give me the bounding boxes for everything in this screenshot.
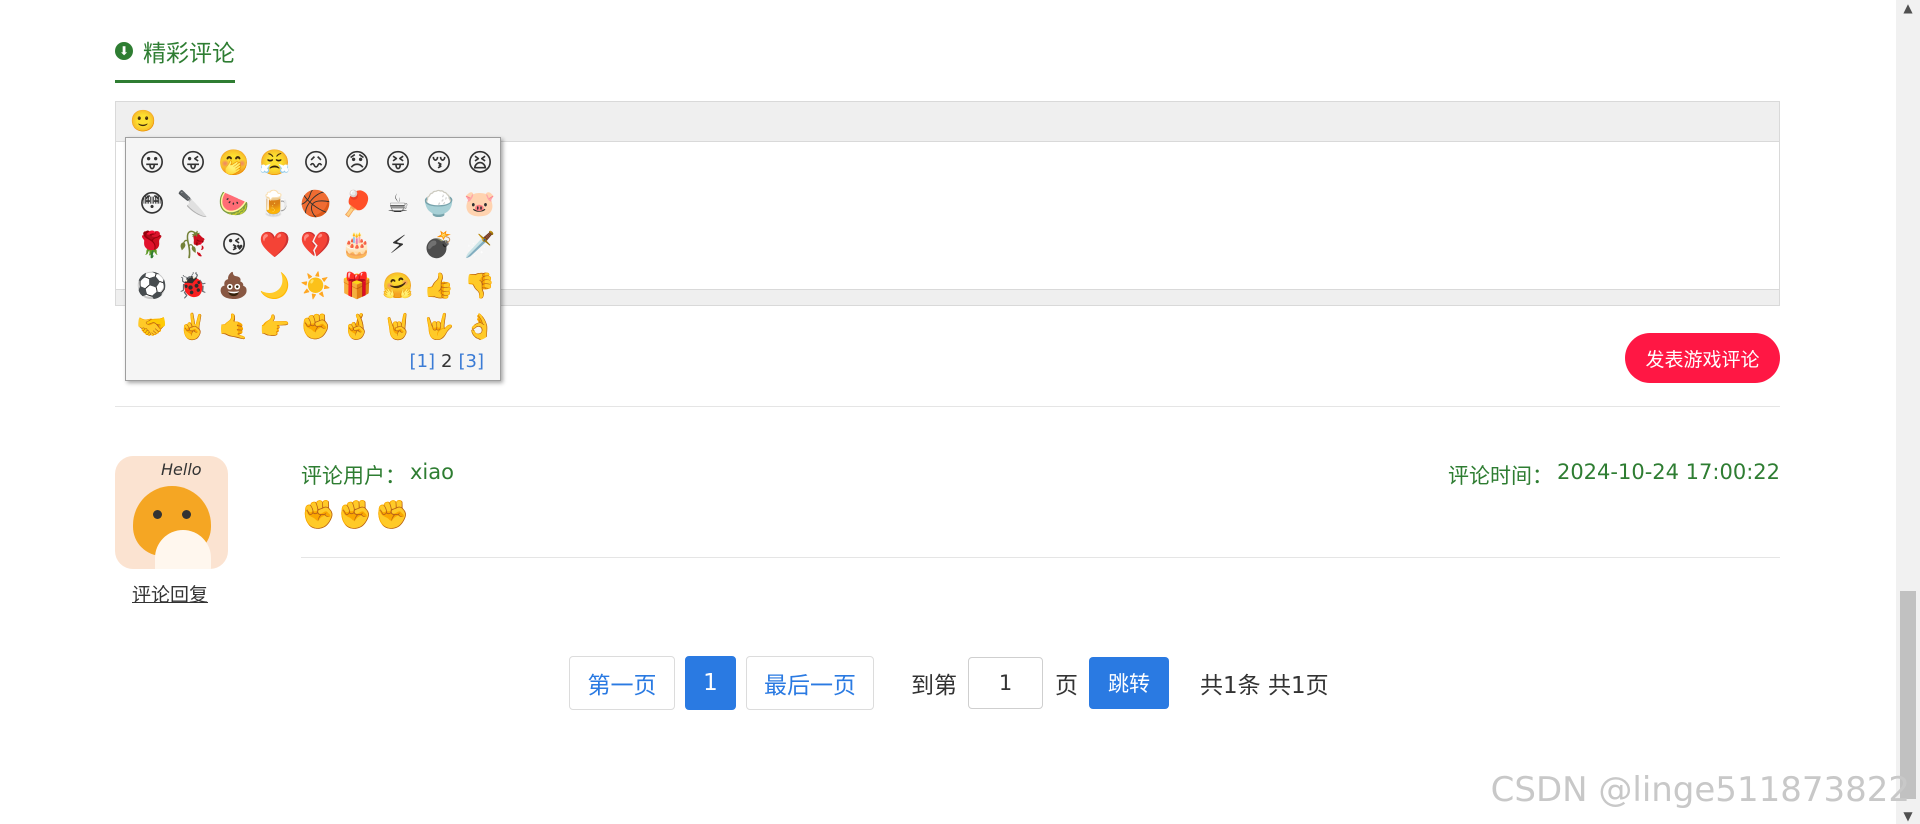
goto-label: 到第 — [911, 673, 957, 699]
section-title-text: 精彩评论 — [143, 41, 235, 67]
editor-toolbar: 🙂 — [116, 102, 1779, 142]
emoji-item[interactable]: 🐞 — [173, 265, 213, 305]
user-label: 评论用户： — [301, 464, 406, 488]
last-page-button[interactable]: 最后一页 — [746, 656, 874, 710]
user-name: xiao — [410, 460, 454, 484]
emoji-item[interactable]: 🍺 — [255, 183, 295, 223]
download-circle-icon: ⬇ — [115, 42, 133, 60]
emoji-item[interactable]: 🗡️ — [460, 224, 500, 264]
emoji-item[interactable]: 😳 — [132, 183, 172, 223]
emoji-item[interactable]: 🏀 — [296, 183, 336, 223]
comment-content: ✊✊✊ — [301, 498, 412, 531]
emoji-item[interactable]: 😛 — [132, 142, 172, 182]
emoji-item[interactable]: ✊ — [296, 306, 336, 346]
emoji-item[interactable]: ⚽ — [132, 265, 172, 305]
scrollbar-thumb[interactable] — [1900, 591, 1916, 799]
watermark: CSDN @linge511873822 — [1490, 770, 1910, 810]
emoji-item[interactable]: 🍉 — [214, 183, 254, 223]
current-page-button[interactable]: 1 — [685, 656, 736, 710]
comment-time: 评论时间： 2024-10-24 17:00:22 — [1448, 460, 1780, 490]
emoji-item[interactable]: 😤 — [255, 142, 295, 182]
emoji-item[interactable]: 🤘 — [378, 306, 418, 346]
emoji-item[interactable]: ❤️ — [255, 224, 295, 264]
scroll-down-arrow-icon[interactable]: ▼ — [1898, 808, 1918, 824]
emoji-pagination: [1] 2 [3] — [410, 351, 484, 372]
emoji-item[interactable]: 🤝 — [132, 306, 172, 346]
emoji-item[interactable]: 💣 — [419, 224, 459, 264]
time-label: 评论时间： — [1447, 464, 1553, 488]
divider — [115, 406, 1780, 407]
submit-comment-button[interactable]: 发表游戏评论 — [1625, 333, 1780, 383]
emoji-item[interactable]: 👎 — [460, 265, 500, 305]
emoji-item[interactable]: 🤟 — [419, 306, 459, 346]
avatar-hello-text: Hello — [161, 460, 202, 479]
emoji-grid: 😛 😜 🤭 😤 😖 😞 😝 😚 😫 😳 🔪 🍉 🍺 🏀 🏓 ☕ 🍚 🐷 🌹 🥀 😘 ❤️ 💔 🎂 ⚡ 💣 🗡️ ⚽ 🐞 💩 🌙 ☀️ 🎁 🤗 👍 👎 🤝… — [132, 142, 495, 346]
avatar: Hello — [115, 456, 228, 569]
emoji-item[interactable]: 👉 — [255, 306, 295, 346]
emoji-item[interactable]: ☕ — [378, 183, 418, 223]
total-count: 共1条 共1页 — [1200, 673, 1329, 699]
emoji-page-2: 2 — [441, 351, 453, 372]
emoji-item[interactable]: 😫 — [460, 142, 500, 182]
emoji-item[interactable]: 🔪 — [173, 183, 213, 223]
emoji-item[interactable]: 💔 — [296, 224, 336, 264]
first-page-button[interactable]: 第一页 — [569, 656, 675, 710]
scroll-up-arrow-icon[interactable]: ▲ — [1898, 0, 1918, 16]
emoji-item[interactable]: 🎂 — [337, 224, 377, 264]
emoji-page-3[interactable]: [3] — [459, 351, 485, 372]
emoji-item[interactable]: 😚 — [419, 142, 459, 182]
time-value: 2024-10-24 17:00:22 — [1556, 460, 1780, 484]
emoji-item[interactable]: 🤭 — [214, 142, 254, 182]
emoji-item[interactable]: 😞 — [337, 142, 377, 182]
emoji-item[interactable]: 😜 — [173, 142, 213, 182]
emoji-item[interactable]: 👍 — [419, 265, 459, 305]
emoji-item[interactable]: 🌹 — [132, 224, 172, 264]
emoji-button-icon[interactable]: 🙂 — [130, 111, 156, 132]
emoji-panel: 😛 😜 🤭 😤 😖 😞 😝 😚 😫 😳 🔪 🍉 🍺 🏀 🏓 ☕ 🍚 🐷 🌹 🥀 😘 ❤️ 💔 🎂 ⚡ 💣 🗡️ ⚽ 🐞 💩 🌙 ☀️ 🎁 🤗 👍 👎 🤝… — [125, 137, 501, 381]
emoji-item[interactable]: ☀️ — [296, 265, 336, 305]
emoji-item[interactable]: ✌️ — [173, 306, 213, 346]
emoji-item[interactable]: 🥀 — [173, 224, 213, 264]
emoji-item[interactable]: 😖 — [296, 142, 336, 182]
emoji-item[interactable]: 😘 — [214, 224, 254, 264]
emoji-item[interactable]: ⚡ — [378, 224, 418, 264]
emoji-item[interactable]: 🍚 — [419, 183, 459, 223]
emoji-item[interactable]: 🌙 — [255, 265, 295, 305]
page-unit-label: 页 — [1055, 673, 1078, 699]
pagination: 第一页 1 最后一页 到第 页 跳转 共1条 共1页 — [569, 656, 1329, 710]
comment-user: 评论用户： xiao — [301, 460, 454, 490]
emoji-page-1[interactable]: [1] — [410, 351, 436, 372]
go-button[interactable]: 跳转 — [1089, 657, 1169, 709]
reply-link[interactable]: 评论回复 — [132, 580, 208, 607]
emoji-item[interactable]: 👌 — [460, 306, 500, 346]
emoji-item[interactable]: 💩 — [214, 265, 254, 305]
emoji-item[interactable]: 🐷 — [460, 183, 500, 223]
emoji-item[interactable]: 🤗 — [378, 265, 418, 305]
emoji-item[interactable]: 🤞 — [337, 306, 377, 346]
emoji-item[interactable]: 🎁 — [337, 265, 377, 305]
emoji-item[interactable]: 🤙 — [214, 306, 254, 346]
emoji-item[interactable]: 😝 — [378, 142, 418, 182]
goto-page-input[interactable] — [968, 657, 1043, 709]
comment-divider — [301, 557, 1780, 558]
section-title: ⬇ 精彩评论 — [115, 34, 235, 83]
emoji-item[interactable]: 🏓 — [337, 183, 377, 223]
